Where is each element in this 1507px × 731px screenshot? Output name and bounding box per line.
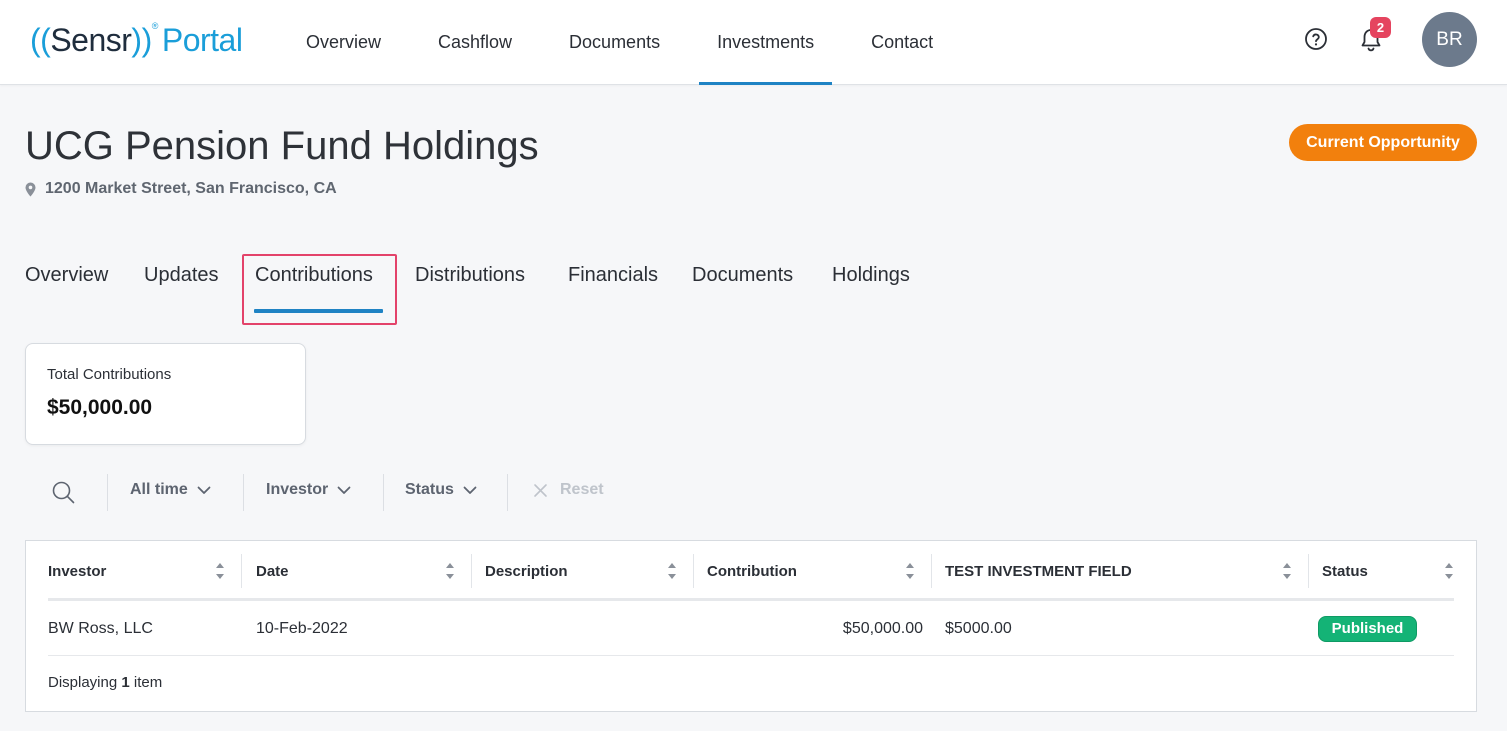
filter-divider [243, 474, 244, 511]
column-header-date[interactable]: Date [256, 563, 289, 580]
time-filter-label: All time [130, 481, 188, 498]
cell-contribution: $50,000.00 [842, 620, 923, 637]
cell-test-investment-field: $5000.00 [945, 620, 1012, 637]
logo-brand: Sensr [50, 21, 132, 58]
nav-contact[interactable]: Contact [853, 0, 951, 85]
page-title: UCG Pension Fund Holdings [25, 124, 539, 168]
total-contributions-card: Total Contributions $50,000.00 [25, 343, 306, 445]
tab-overview[interactable]: Overview [25, 264, 108, 287]
chevron-down-icon [463, 486, 477, 494]
sort-icon[interactable] [1282, 560, 1292, 582]
nav-investments[interactable]: Investments [699, 0, 833, 85]
chevron-down-icon [337, 486, 351, 494]
column-separator [471, 554, 472, 588]
avatar[interactable]: BR [1422, 12, 1477, 67]
column-separator [693, 554, 694, 588]
nav-cashflow[interactable]: Cashflow [420, 0, 530, 85]
status-filter-dropdown[interactable]: Status [405, 481, 477, 499]
summary-value: $50,000.00 [47, 396, 153, 419]
status-badge: Published [1318, 616, 1417, 642]
active-tab-highlight [242, 254, 397, 325]
search-icon[interactable] [51, 480, 75, 504]
table-footer: Displaying 1 item [48, 674, 162, 691]
reset-filters-button[interactable]: Reset [533, 481, 604, 499]
top-navigation-bar: (( Sensr )) ® Portal Overview Cashflow D… [0, 0, 1507, 85]
column-separator [241, 554, 242, 588]
sort-icon[interactable] [1444, 560, 1454, 582]
notification-count-badge[interactable]: 2 [1370, 17, 1391, 38]
chevron-down-icon [197, 486, 211, 494]
address-text: 1200 Market Street, San Francisco, CA [45, 180, 337, 197]
filter-divider [383, 474, 384, 511]
tab-updates[interactable]: Updates [144, 264, 219, 287]
reset-label: Reset [560, 481, 604, 498]
table-header-border [48, 598, 1454, 601]
column-header-investor[interactable]: Investor [48, 563, 106, 580]
logo-paren-open: (( [30, 21, 51, 58]
logo-product: Portal [161, 21, 243, 58]
sort-icon[interactable] [445, 560, 455, 582]
sort-icon[interactable] [667, 560, 677, 582]
active-tab-underline [254, 309, 383, 313]
status-filter-label: Status [405, 481, 454, 498]
filter-divider [107, 474, 108, 511]
sort-icon[interactable] [215, 560, 225, 582]
location-pin-icon [25, 182, 36, 196]
cell-investor: BW Ross, LLC [48, 620, 153, 637]
column-separator [1308, 554, 1309, 588]
column-separator [931, 554, 932, 588]
column-header-contribution[interactable]: Contribution [707, 563, 797, 580]
nav-overview[interactable]: Overview [288, 0, 399, 85]
tab-holdings[interactable]: Holdings [832, 264, 910, 287]
footer-suffix: item [133, 674, 163, 691]
tab-documents[interactable]: Documents [692, 264, 793, 287]
column-header-test-investment-field[interactable]: TEST INVESTMENT FIELD [945, 563, 1132, 580]
filter-divider [507, 474, 508, 511]
table-row-border [48, 655, 1454, 656]
contributions-table: Investor Date Description Contribution T… [25, 540, 1477, 712]
column-header-description[interactable]: Description [485, 563, 568, 580]
investor-filter-label: Investor [266, 481, 329, 498]
help-icon[interactable] [1304, 27, 1328, 51]
current-opportunity-badge: Current Opportunity [1289, 124, 1477, 161]
tab-financials[interactable]: Financials [568, 264, 658, 287]
footer-count: 1 [121, 674, 130, 691]
tab-distributions[interactable]: Distributions [415, 264, 525, 287]
cell-date: 10-Feb-2022 [256, 620, 348, 637]
sensr-portal-logo[interactable]: (( Sensr )) ® Portal [30, 18, 243, 62]
main-nav: Overview Cashflow Documents Investments … [288, 0, 972, 85]
investor-filter-dropdown[interactable]: Investor [266, 481, 351, 499]
summary-label: Total Contributions [47, 366, 172, 383]
footer-prefix: Displaying [48, 674, 118, 691]
close-icon [534, 483, 547, 497]
logo-registered-mark: ® [151, 21, 159, 31]
logo-paren-close: )) [131, 21, 152, 58]
column-header-status[interactable]: Status [1322, 563, 1368, 580]
nav-documents[interactable]: Documents [551, 0, 678, 85]
time-filter-dropdown[interactable]: All time [130, 481, 211, 499]
address: 1200 Market Street, San Francisco, CA [25, 180, 337, 198]
sort-icon[interactable] [905, 560, 915, 582]
